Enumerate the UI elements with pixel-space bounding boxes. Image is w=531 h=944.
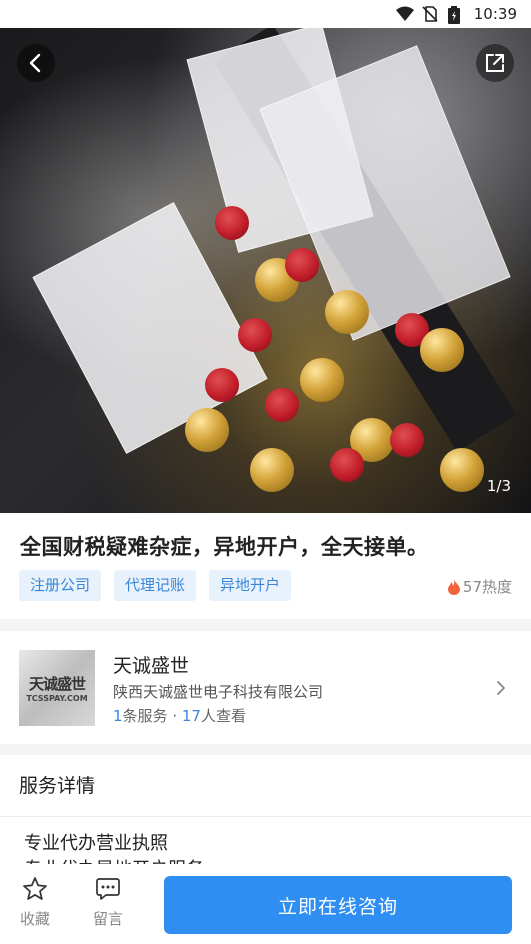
image-detail — [185, 408, 229, 452]
image-detail — [285, 248, 319, 282]
image-detail — [250, 448, 294, 492]
tag-remote-account[interactable]: 异地开户 — [209, 570, 292, 601]
image-detail — [205, 368, 239, 402]
image-detail — [300, 358, 344, 402]
logo-text: 天诚盛世 — [28, 675, 86, 693]
status-time: 10:39 — [473, 5, 517, 23]
battery-icon — [447, 6, 466, 24]
chevron-left-icon — [29, 53, 41, 73]
image-detail — [440, 448, 484, 492]
back-button[interactable] — [17, 44, 55, 82]
company-card[interactable]: 天诚盛世 TCSSPAY.COM 天诚盛世 陕西天诚盛世电子科技有限公司 1条服… — [0, 631, 531, 744]
flame-icon — [447, 578, 460, 595]
favorite-label: 收藏 — [19, 910, 50, 928]
no-sim-icon — [422, 6, 440, 22]
message-label: 留言 — [92, 910, 123, 928]
image-detail — [238, 318, 272, 352]
company-name: 天诚盛世 — [113, 655, 190, 677]
image-detail — [325, 290, 369, 334]
view-count: 17 — [181, 707, 201, 725]
status-bar: 10:39 — [0, 0, 531, 28]
bottom-action-bar: 收藏 留言 立即在线咨询 — [0, 864, 531, 944]
image-page-indicator: 1/3 — [486, 477, 511, 495]
product-image-carousel[interactable]: 1/3 — [0, 28, 531, 513]
share-button[interactable] — [476, 44, 514, 82]
logo-subtext: TCSSPAY.COM — [26, 694, 88, 703]
service-label: 条服务 · — [122, 707, 182, 725]
message-button[interactable]: 留言 — [83, 876, 133, 929]
star-icon — [23, 877, 47, 900]
tag-bookkeeping[interactable]: 代理记账 — [114, 570, 197, 601]
image-detail — [215, 206, 249, 240]
detail-line: 专业代办营业执照 — [24, 833, 168, 854]
image-detail — [390, 423, 424, 457]
favorite-button[interactable]: 收藏 — [10, 876, 60, 929]
image-detail — [265, 388, 299, 422]
online-consult-button[interactable]: 立即在线咨询 — [164, 876, 512, 934]
heat-value: 57热度 — [462, 578, 512, 596]
tag-list: 注册公司 代理记账 异地开户 — [19, 570, 292, 601]
company-logo: 天诚盛世 TCSSPAY.COM — [19, 650, 95, 726]
product-info-card: 全国财税疑难杂症，异地开户，全天接单。 注册公司 代理记账 异地开户 57热度 — [0, 513, 531, 619]
image-detail — [420, 328, 464, 372]
company-full-name: 陕西天诚盛世电子科技有限公司 — [113, 683, 324, 701]
view-label: 人查看 — [200, 707, 246, 725]
share-icon — [486, 54, 504, 72]
chevron-right-icon — [497, 681, 505, 695]
chat-bubble-icon — [96, 878, 120, 900]
wifi-icon — [395, 6, 414, 22]
service-count: 1 — [113, 707, 123, 725]
company-stats: 1条服务 · 17人查看 — [113, 705, 246, 726]
service-details: 服务详情 专业代办营业执照 专业代办异地开户服务 — [0, 755, 531, 875]
service-details-heading: 服务详情 — [0, 755, 531, 817]
tag-register-company[interactable]: 注册公司 — [19, 570, 102, 601]
product-title: 全国财税疑难杂症，异地开户，全天接单。 — [20, 535, 429, 559]
heat-indicator: 57热度 — [447, 576, 512, 597]
image-detail — [330, 448, 364, 482]
